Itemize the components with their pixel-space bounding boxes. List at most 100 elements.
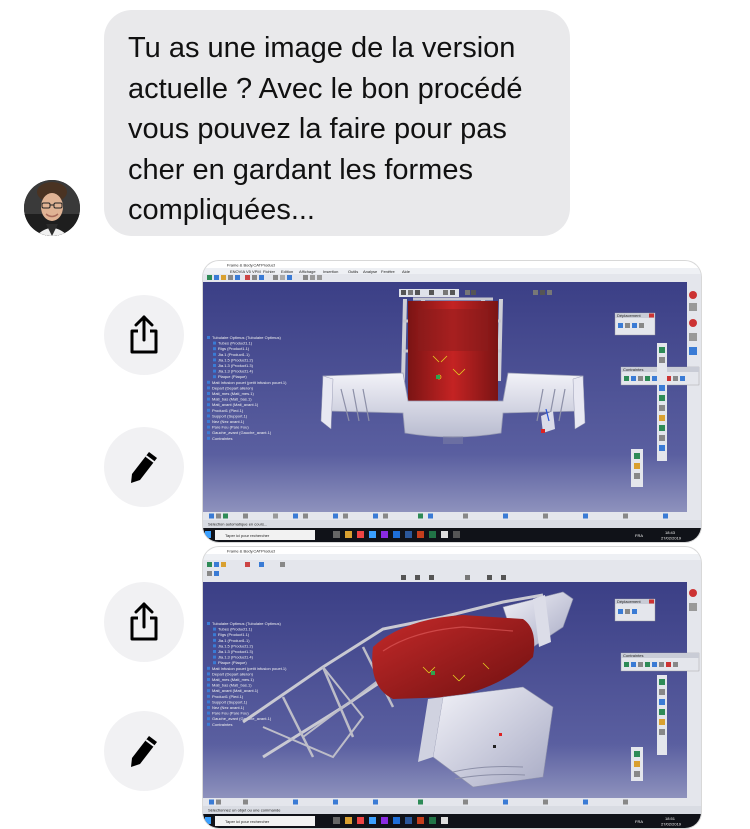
tree-node-icon bbox=[207, 722, 210, 726]
menu-item[interactable]: Edition bbox=[281, 269, 293, 274]
tree-node[interactable]: Gauche_avant (Gauche_avant.1) bbox=[212, 716, 272, 721]
tree-node-icon bbox=[213, 644, 216, 648]
avatar-photo bbox=[24, 180, 80, 236]
tree-node-icon bbox=[213, 341, 216, 345]
attached-image[interactable]: Frame & Body.CATProduct Tubulaire Optimu… bbox=[203, 547, 701, 828]
status-text: Sélectionnez un objet ou une commande bbox=[208, 808, 281, 813]
tree-node[interactable]: Pare Fou (Pare Fou) bbox=[212, 425, 249, 430]
menu-item[interactable]: Outils bbox=[348, 269, 358, 274]
tree-node-icon bbox=[213, 347, 216, 351]
tree-node[interactable]: Plaque (Plaque) bbox=[218, 660, 247, 665]
tree-node-icon bbox=[207, 436, 210, 440]
tree-node[interactable]: Tubes (Product1.1) bbox=[218, 341, 253, 346]
tree-node[interactable]: Contraintes bbox=[212, 436, 232, 441]
tree-node[interactable]: Jia.1.3 (Product1.4) bbox=[218, 369, 254, 374]
tree-node-icon bbox=[207, 689, 210, 693]
tree-node-icon bbox=[207, 392, 210, 395]
tree-node[interactable]: Rigs (Product1.1) bbox=[218, 346, 250, 351]
tree-node[interactable]: Nez (Nez avant.1) bbox=[212, 705, 245, 710]
tree-node[interactable]: Support (Support.1) bbox=[212, 699, 248, 704]
deplacement-panel[interactable]: Déplacement bbox=[614, 312, 656, 336]
taskbar-search-text: Taper ici pour rechercher bbox=[225, 533, 270, 538]
tree-node[interactable]: Mati_mes (Mati_mes.1) bbox=[212, 391, 254, 396]
tree-node[interactable]: Jia.1 (Product1.1) bbox=[218, 352, 250, 357]
menu-bar bbox=[203, 554, 701, 560]
tree-node-icon bbox=[207, 414, 210, 418]
tree-node-icon bbox=[207, 386, 210, 390]
tree-node-icon bbox=[207, 672, 210, 676]
tree-node[interactable]: Depart (Depart aileron) bbox=[212, 671, 254, 676]
tree-node[interactable]: Jia.1.3 (Product1.4) bbox=[218, 655, 254, 660]
edit-button[interactable] bbox=[104, 427, 184, 507]
tree-node-icon bbox=[213, 352, 216, 356]
tree-node[interactable]: Tubulaire Optimus (Tubulaire Optimus) bbox=[212, 335, 282, 340]
menu-item[interactable]: ENOVIA V5 VPM bbox=[230, 269, 261, 274]
tree-node-icon bbox=[213, 358, 216, 362]
tree-node-icon bbox=[213, 661, 216, 665]
tree-node-icon bbox=[207, 678, 210, 681]
tree-node[interactable]: Mati Infusion pouet (petit infusion poue… bbox=[212, 666, 287, 671]
tree-node[interactable]: Product1 (Pied.1) bbox=[212, 694, 244, 699]
windows-icon[interactable] bbox=[205, 817, 211, 824]
deplacement-panel[interactable]: Déplacement bbox=[614, 598, 656, 622]
tree-node[interactable]: Mati_bas (Mati_bas.1) bbox=[212, 397, 252, 402]
title-bar bbox=[203, 261, 701, 268]
menu-item[interactable]: Insertion bbox=[323, 269, 338, 274]
window-title: Frame & Body.CATProduct bbox=[227, 549, 276, 554]
menu-item[interactable]: Analyse bbox=[363, 269, 378, 274]
clock-time: 18:43 bbox=[665, 530, 676, 535]
share-button[interactable] bbox=[104, 295, 184, 375]
tree-node-icon bbox=[213, 650, 216, 653]
tree-node[interactable]: Product1 (Pied.1) bbox=[212, 408, 244, 413]
tree-node-icon bbox=[213, 638, 216, 642]
tree-node[interactable]: Nez (Nez avant.1) bbox=[212, 419, 245, 424]
tree-node[interactable]: Jia.1.5 (Product1.2) bbox=[218, 643, 254, 648]
contraintes-panel[interactable]: Contraintes bbox=[620, 652, 700, 672]
panel-title: Déplacement bbox=[617, 313, 641, 318]
panel-title: Contraintes bbox=[623, 367, 643, 372]
tree-node[interactable]: Mati_avant (Mati_avant.1) bbox=[212, 688, 259, 693]
windows-icon[interactable] bbox=[205, 531, 211, 538]
tree-node[interactable]: Gauche_avant (Gauche_avant.1) bbox=[212, 430, 272, 435]
language-indicator[interactable]: FRA bbox=[635, 533, 643, 538]
menu-item[interactable]: Fichier bbox=[263, 269, 276, 274]
message-line: cher en gardant les formes bbox=[128, 153, 473, 186]
message-line: actuelle ? Avec le bon procédé bbox=[128, 72, 523, 105]
tree-node[interactable]: Depart (Depart aileron) bbox=[212, 385, 254, 390]
tree-node[interactable]: Pare Fou (Pare Fou) bbox=[212, 711, 249, 716]
tree-node-icon bbox=[207, 706, 210, 709]
tree-node[interactable]: Jia.1 (Product1.1) bbox=[218, 638, 250, 643]
status-text: Sélection automatique en cours... bbox=[208, 522, 267, 527]
tree-node[interactable]: Jia.1.3 (Product1.3) bbox=[218, 649, 254, 654]
message-bubble[interactable]: Tu as une image de la version actuelle ?… bbox=[104, 10, 570, 236]
tree-node[interactable]: Support (Support.1) bbox=[212, 413, 248, 418]
menu-item[interactable]: Affichage bbox=[299, 269, 316, 274]
menu-item[interactable]: Fenêtre bbox=[381, 269, 396, 274]
share-button[interactable] bbox=[104, 582, 184, 662]
tree-node[interactable]: Mati_bas (Mati_bas.1) bbox=[212, 683, 252, 688]
tree-node[interactable]: Mati Infusion pouet (petit infusion poue… bbox=[212, 380, 287, 385]
tree-node[interactable]: Contraintes bbox=[212, 722, 232, 727]
tree-node-icon bbox=[207, 622, 210, 625]
tree-node[interactable]: Tubulaire Optimus (Tubulaire Optimus) bbox=[212, 621, 282, 626]
language-indicator[interactable]: FRA bbox=[635, 819, 643, 824]
share-icon bbox=[130, 315, 158, 354]
tree-node[interactable]: Jia.1.5 (Product1.2) bbox=[218, 357, 254, 362]
tree-node-icon bbox=[207, 700, 210, 704]
tree-node-icon bbox=[207, 336, 210, 339]
pencil-icon bbox=[131, 452, 157, 483]
menu-item[interactable]: Aide bbox=[402, 269, 411, 274]
tree-node[interactable]: Mati_avant (Mati_avant.1) bbox=[212, 402, 259, 407]
tree-node[interactable]: Plaque (Plaque) bbox=[218, 374, 247, 379]
tree-node[interactable]: Jia.1.3 (Product1.3) bbox=[218, 363, 254, 368]
attached-image[interactable]: Frame & Body.CATProduct ENOVIA V5 VPM Fi… bbox=[203, 261, 701, 542]
tree-node-icon bbox=[207, 420, 210, 423]
edit-button[interactable] bbox=[104, 711, 184, 791]
tree-node[interactable]: Rigs (Product1.1) bbox=[218, 632, 250, 637]
tree-node-icon bbox=[213, 369, 216, 373]
tree-node[interactable]: Mati_mes (Mati_mes.1) bbox=[212, 677, 254, 682]
tree-node-icon bbox=[213, 633, 216, 637]
tree-node[interactable]: Tubes (Product1.1) bbox=[218, 627, 253, 632]
message-line: vous pouvez la faire pour pas bbox=[128, 113, 507, 145]
avatar[interactable] bbox=[24, 180, 80, 236]
